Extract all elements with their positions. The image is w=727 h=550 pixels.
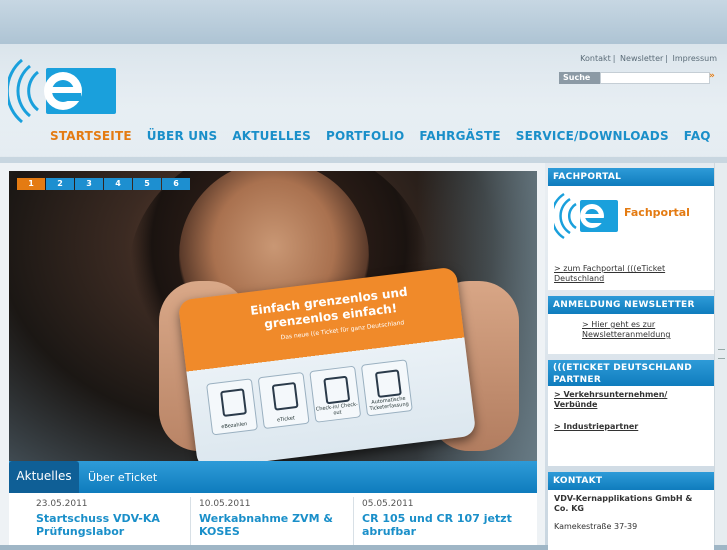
- slider-page-3[interactable]: 3: [75, 178, 103, 190]
- search-input[interactable]: [600, 72, 710, 84]
- news-item[interactable]: 10.05.2011 Werkabnahme ZVM & KOSES: [199, 499, 349, 538]
- fachportal-logo-text: Fachportal: [624, 206, 690, 219]
- utility-link-impressum[interactable]: Impressum: [673, 54, 717, 63]
- sidebar-heading-fachportal: FACHPORTAL: [548, 168, 714, 186]
- news-date: 10.05.2011: [199, 499, 251, 509]
- auto-icon: Automatische Ticketerfassung: [360, 359, 413, 417]
- fachportal-box: Fachportal > zum Fachportal (((eTicket D…: [548, 186, 714, 290]
- sidebar-heading-partner: (((ETICKET DEUTSCHLAND PARTNER: [548, 360, 714, 386]
- pay-icon: eBezahlen: [206, 378, 259, 436]
- newsletter-link[interactable]: > Hier geht es zur Newsletteranmeldung: [582, 320, 708, 340]
- sidebar: FACHPORTAL Fachportal > zum Fachportal (…: [548, 168, 714, 550]
- kontakt-box: VDV-Kernapplikations GmbH & Co. KG Kamek…: [548, 490, 714, 550]
- utility-link-kontakt[interactable]: Kontakt: [580, 54, 611, 63]
- nav-faq[interactable]: FAQ: [684, 129, 711, 143]
- page-scrollbar[interactable]: [714, 163, 727, 545]
- slider-page-4[interactable]: 4: [104, 178, 132, 190]
- news-title-link[interactable]: Werkabnahme ZVM & KOSES: [199, 512, 349, 538]
- slider-page-6[interactable]: 6: [162, 178, 190, 190]
- newsletter-box: > Hier geht es zur Newsletteranmeldung: [548, 314, 714, 354]
- news-item[interactable]: 05.05.2011 CR 105 und CR 107 jetzt abruf…: [362, 499, 512, 538]
- partner-box: > Verkehrsunternehmen/ Verbünde > Indust…: [548, 386, 714, 466]
- tab-ueber-eticket[interactable]: Über eTicket: [88, 471, 157, 484]
- sidebar-heading-newsletter: ANMELDUNG NEWSLETTER: [548, 296, 714, 314]
- slider-pagination: 1 2 3 4 5 6: [17, 178, 190, 190]
- ticket-icon: eTicket: [257, 371, 310, 430]
- slider-page-5[interactable]: 5: [133, 178, 161, 190]
- search-submit-icon[interactable]: »: [709, 71, 715, 81]
- partner-link-industrie[interactable]: > Industriepartner: [554, 422, 708, 432]
- nav-fahrgaeste[interactable]: FAHRGÄSTE: [419, 129, 500, 143]
- news-item[interactable]: 23.05.2011 Startschuss VDV-KA Prüfungsla…: [36, 499, 186, 538]
- nav-portfolio[interactable]: PORTFOLIO: [326, 129, 404, 143]
- checkin-icon: Check-in/ Check-out: [309, 365, 362, 423]
- news-separator: [190, 497, 191, 545]
- news-title-link[interactable]: CR 105 und CR 107 jetzt abrufbar: [362, 512, 512, 538]
- nav-service-downloads[interactable]: SERVICE/DOWNLOADS: [516, 129, 669, 143]
- sidebar-heading-kontakt: KONTAKT: [548, 472, 714, 490]
- fachportal-logo[interactable]: Fachportal: [550, 190, 708, 240]
- partner-link-verkehr[interactable]: > Verkehrsunternehmen/ Verbünde: [554, 390, 708, 410]
- search-label: Suche: [559, 72, 603, 84]
- news-date: 05.05.2011: [362, 499, 414, 509]
- utility-nav: Kontakt | Newsletter | Impressum: [580, 54, 717, 63]
- kontakt-company: VDV-Kernapplikations GmbH & Co. KG: [554, 494, 693, 513]
- utility-link-newsletter[interactable]: Newsletter: [620, 54, 663, 63]
- tab-aktuelles[interactable]: Aktuelles: [9, 461, 79, 493]
- kontakt-street: Kamekestraße 37-39: [554, 522, 638, 531]
- eticket-logo[interactable]: [8, 52, 118, 130]
- slider-page-1[interactable]: 1: [17, 178, 45, 190]
- news-date: 23.05.2011: [36, 499, 88, 509]
- nav-aktuelles[interactable]: AKTUELLES: [232, 129, 311, 143]
- main-nav: STARTSEITE ÜBER UNS AKTUELLES PORTFOLIO …: [50, 129, 726, 143]
- scrollbar-grip[interactable]: [718, 349, 725, 359]
- fachportal-link[interactable]: > zum Fachportal (((eTicket Deutschland: [554, 264, 708, 284]
- news-title-link[interactable]: Startschuss VDV-KA Prüfungslabor: [36, 512, 186, 538]
- nav-startseite[interactable]: STARTSEITE: [50, 129, 132, 143]
- card-icons: eBezahlen eTicket Check-in/ Check-out Au…: [206, 359, 413, 436]
- hero-slider[interactable]: Einfach grenzenlos und grenzenlos einfac…: [9, 171, 537, 463]
- news-separator: [353, 497, 354, 545]
- slider-page-2[interactable]: 2: [46, 178, 74, 190]
- nav-ueber-uns[interactable]: ÜBER UNS: [147, 129, 218, 143]
- eticket-card-image: Einfach grenzenlos und grenzenlos einfac…: [177, 266, 477, 463]
